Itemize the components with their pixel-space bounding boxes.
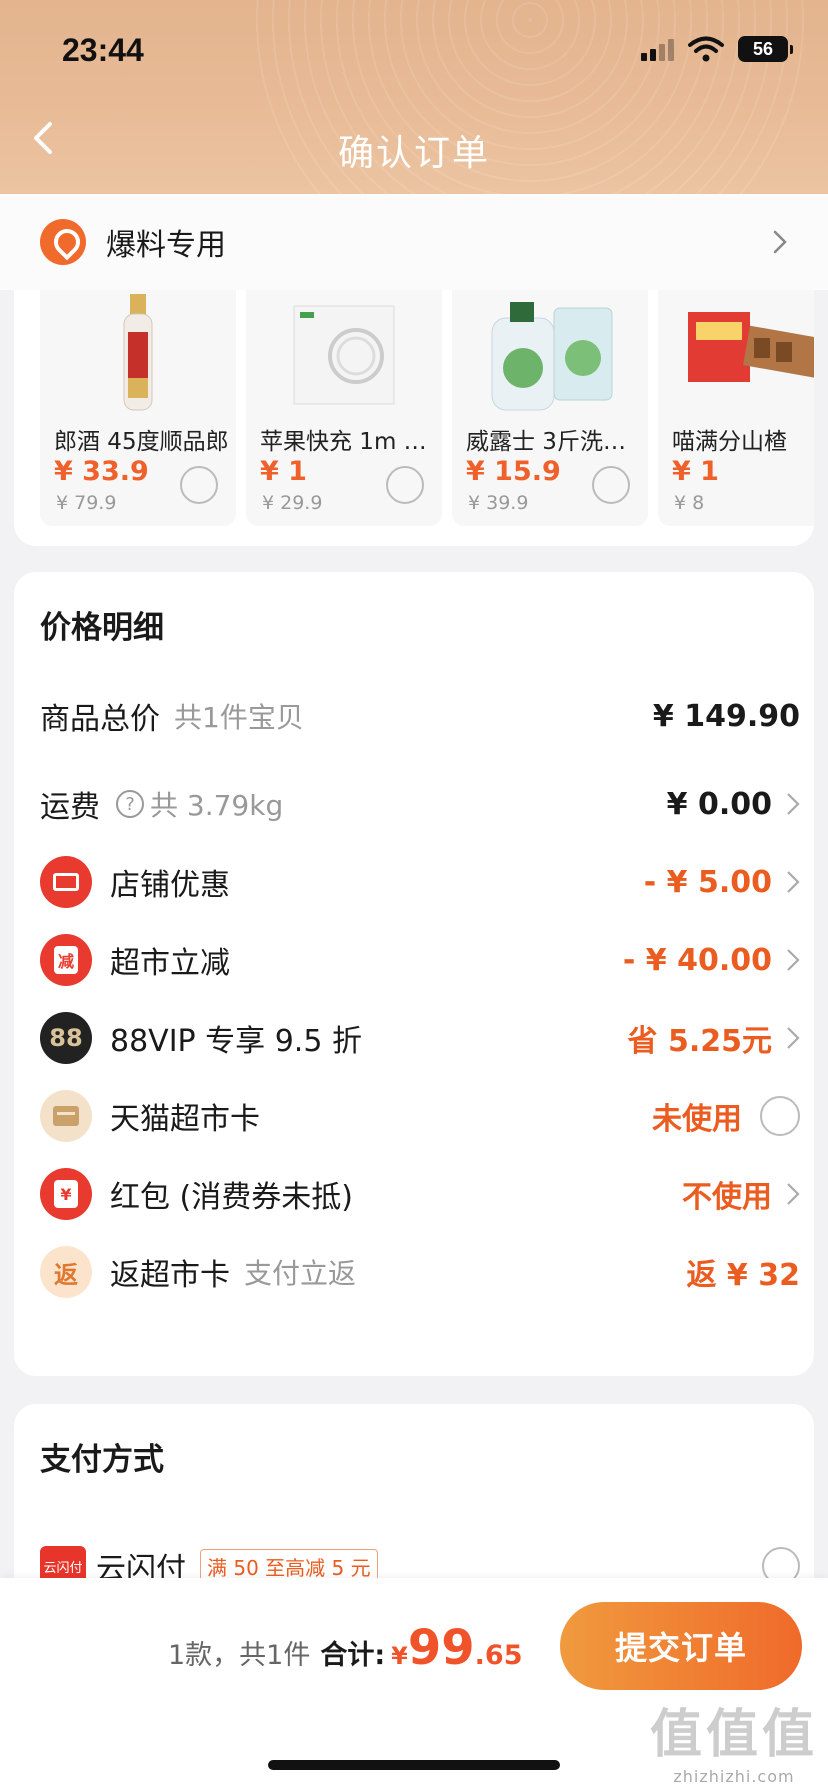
tmall-card-row[interactable]: 天猫超市卡 未使用 (40, 1086, 800, 1146)
product-image (688, 312, 814, 382)
discount-icon: 减 (40, 934, 92, 986)
watermark-logo: 值值值 (649, 1705, 818, 1765)
cashback-label: 返超市卡 (110, 1258, 230, 1293)
product-price: ¥ 1 (260, 456, 307, 487)
total-decimal: .65 (474, 1640, 523, 1671)
product-name: 威露士 3斤洗衣液 (466, 429, 642, 455)
help-icon[interactable]: ? (116, 790, 144, 818)
product-card[interactable]: 喵满分山楂 ¥ 1 ¥ 8 (658, 290, 814, 526)
red-packet-label: 红包 (消费券未抵) (110, 1180, 353, 1215)
page-title: 确认订单 (337, 133, 490, 174)
payment-title: 支付方式 (40, 1442, 164, 1478)
tmall-card-label: 天猫超市卡 (110, 1102, 260, 1137)
watermark-url: zhizhizhi.com (673, 1767, 795, 1786)
goods-total-value: ¥ 149.90 (652, 698, 800, 734)
product-original-price: ¥ 79.9 (56, 492, 117, 514)
status-time: 23:44 (62, 32, 144, 68)
chevron-right-icon (787, 1183, 800, 1205)
cashback-row: 返 返超市卡 支付立返 返 ¥ 32 (40, 1242, 800, 1302)
checkout-bar: 1款，共1件 合计: ¥ 99 .65 提交订单 值值值 zhizhizhi.c… (0, 1578, 828, 1792)
product-name: 苹果快充 1m 数据线 (260, 429, 436, 455)
tmall-card-value: 未使用 (652, 1102, 742, 1137)
product-card[interactable]: 威露士 3斤洗衣液 ¥ 15.9 ¥ 39.9 (452, 290, 648, 526)
store-discount-value: - ¥ 5.00 (643, 864, 772, 900)
home-indicator[interactable] (268, 1760, 560, 1770)
cashback-icon: 返 (40, 1246, 92, 1298)
chevron-right-icon (773, 230, 787, 254)
red-packet-value: 不使用 (682, 1180, 772, 1215)
chevron-right-icon (787, 793, 800, 815)
card-icon (40, 1090, 92, 1142)
vip-label: 88VIP 专享 9.5 折 (110, 1024, 362, 1059)
shipping-value: ¥ 0.00 (666, 786, 772, 822)
red-packet-row[interactable]: ¥ 红包 (消费券未抵) 不使用 (40, 1164, 800, 1224)
item-count: 1款，共1件 (168, 1640, 311, 1671)
cashback-value: 返 ¥ 32 (686, 1258, 800, 1293)
vip-row[interactable]: 88 88VIP 专享 9.5 折 省 5.25元 (40, 1008, 800, 1068)
product-original-price: ¥ 8 (674, 492, 705, 514)
vip-88-icon: 88 (40, 1012, 92, 1064)
submit-order-button[interactable]: 提交订单 (560, 1602, 802, 1690)
supermarket-discount-value: - ¥ 40.00 (622, 942, 772, 978)
store-discount-row[interactable]: 店铺优惠 - ¥ 5.00 (40, 852, 800, 912)
vip-value: 省 5.25元 (627, 1024, 772, 1059)
battery-icon: 56 (738, 36, 793, 62)
wifi-icon (688, 36, 724, 62)
header: 23:44 56 确认订单 (0, 0, 828, 194)
product-price: ¥ 1 (672, 456, 719, 487)
watermark: 值值值 zhizhizhi.com (650, 1692, 818, 1786)
total-currency: ¥ (391, 1642, 408, 1670)
total-label: 合计: (320, 1640, 386, 1671)
product-card[interactable]: 苹果快充 1m 数据线 ¥ 1 ¥ 29.9 (246, 290, 442, 526)
supermarket-discount-label: 超市立减 (110, 946, 230, 981)
goods-total-row: 商品总价 共1件宝贝 ¥ 149.90 (40, 686, 800, 746)
store-discount-label: 店铺优惠 (110, 868, 230, 903)
chevron-right-icon (787, 949, 800, 971)
shipping-label: 运费 (40, 790, 100, 825)
address-label: 爆料专用 (106, 228, 226, 263)
total-integer: 99 (407, 1620, 475, 1676)
product-price: ¥ 15.9 (466, 456, 561, 487)
product-select-radio[interactable] (592, 466, 630, 504)
location-pin-icon (40, 219, 86, 265)
tmall-card-radio[interactable] (760, 1096, 800, 1136)
product-image (123, 294, 153, 411)
cashback-sub: 支付立返 (244, 1257, 357, 1290)
product-select-radio[interactable] (386, 466, 424, 504)
chevron-right-icon (787, 1027, 800, 1049)
price-details-card: 价格明细 商品总价 共1件宝贝 ¥ 149.90 运费 ? 共 3.79kg ¥… (14, 572, 814, 1376)
goods-total-label: 商品总价 (40, 702, 160, 737)
product-name: 郎酒 45度顺品郎 (54, 429, 229, 455)
product-original-price: ¥ 29.9 (262, 492, 323, 514)
shipping-weight: 共 3.79kg (150, 789, 284, 822)
ticket-icon (40, 856, 92, 908)
status-icons: 56 (641, 36, 793, 62)
product-select-radio[interactable] (180, 466, 218, 504)
shipping-row[interactable]: 运费 ? 共 3.79kg ¥ 0.00 (40, 774, 800, 834)
address-selector[interactable]: 爆料专用 (0, 194, 828, 290)
product-price: ¥ 33.9 (54, 456, 149, 487)
order-summary: 1款，共1件 合计: ¥ 99 .65 (168, 1620, 523, 1676)
signal-icon (641, 37, 674, 61)
product-image (491, 302, 613, 411)
product-name: 喵满分山楂 (672, 429, 787, 455)
product-strip[interactable]: 郎酒 45度顺品郎 ¥ 33.9 ¥ 79.9 苹果快充 1m 数据线 ¥ 1 … (40, 290, 814, 526)
supermarket-discount-row[interactable]: 减 超市立减 - ¥ 40.00 (40, 930, 800, 990)
product-image (293, 305, 395, 405)
products-card: 郎酒 45度顺品郎 ¥ 33.9 ¥ 79.9 苹果快充 1m 数据线 ¥ 1 … (14, 290, 814, 546)
product-card[interactable]: 郎酒 45度顺品郎 ¥ 33.9 ¥ 79.9 (40, 290, 236, 526)
goods-total-sub: 共1件宝贝 (174, 701, 304, 734)
price-details-title: 价格明细 (40, 610, 164, 646)
chevron-right-icon (787, 871, 800, 893)
product-original-price: ¥ 39.9 (468, 492, 529, 514)
red-packet-icon: ¥ (40, 1168, 92, 1220)
